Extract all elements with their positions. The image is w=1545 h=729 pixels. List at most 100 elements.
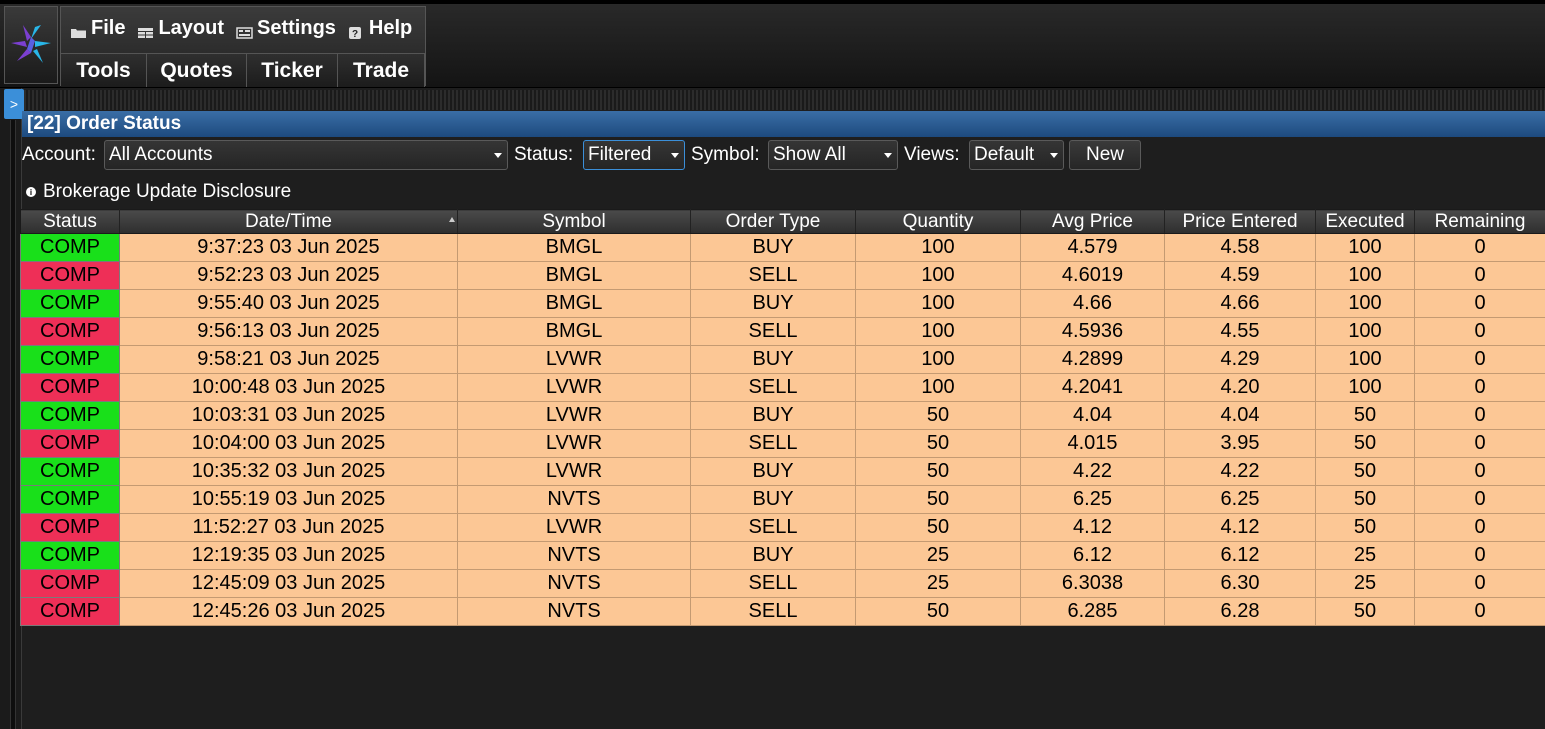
order-type-cell: SELL bbox=[690, 597, 856, 626]
account-select[interactable]: All Accounts bbox=[104, 140, 508, 170]
menu-help-label: Help bbox=[368, 16, 413, 39]
tab-tools[interactable]: Tools bbox=[61, 53, 147, 87]
datetime-cell: 12:45:26 03 Jun 2025 bbox=[119, 597, 458, 626]
avg-price-cell: 4.015 bbox=[1020, 429, 1165, 458]
column-header-avg-price[interactable]: Avg Price bbox=[1020, 209, 1165, 234]
table-row[interactable]: COMP 10:03:31 03 Jun 2025 LVWR BUY 50 4.04 4.0… bbox=[20, 401, 1545, 430]
filter-bar: Account: All Accounts Status: Filtered S… bbox=[22, 138, 1545, 172]
avg-price-cell: 4.66 bbox=[1020, 289, 1165, 318]
order-type-cell: BUY bbox=[690, 289, 856, 318]
column-header-price-entered[interactable]: Price Entered bbox=[1164, 209, 1316, 234]
executed-cell: 100 bbox=[1315, 317, 1415, 346]
symbol-cell: BMGL bbox=[457, 317, 691, 346]
symbol-select[interactable]: Show All bbox=[768, 140, 898, 170]
top-toolbar: File Layout Settings ? Help Tools Quotes… bbox=[0, 0, 1545, 88]
tab-quotes[interactable]: Quotes bbox=[147, 53, 247, 87]
table-row[interactable]: COMP 9:56:13 03 Jun 2025 BMGL SELL 100 4.5936… bbox=[20, 317, 1545, 346]
menu-layout[interactable]: Layout bbox=[137, 17, 224, 40]
star-logo-icon bbox=[11, 25, 51, 63]
expand-sidebar-button[interactable]: > bbox=[4, 89, 24, 119]
layout-icon bbox=[137, 22, 154, 38]
datetime-cell: 9:37:23 03 Jun 2025 bbox=[119, 233, 458, 262]
order-status-table: Status Date/Time Symbol Order Type Quant… bbox=[20, 209, 1545, 626]
table-row[interactable]: COMP 12:19:35 03 Jun 2025 NVTS BUY 25 6.12 6.1… bbox=[20, 541, 1545, 570]
order-type-cell: SELL bbox=[690, 261, 856, 290]
left-scroll-track[interactable] bbox=[10, 120, 16, 729]
status-cell: COMP bbox=[20, 485, 120, 514]
menu-settings-label: Settings bbox=[257, 16, 336, 39]
status-select-value: Filtered bbox=[588, 144, 652, 165]
status-cell: COMP bbox=[20, 429, 120, 458]
menu-file[interactable]: File bbox=[70, 17, 125, 40]
brokerage-disclosure-link[interactable]: i Brokerage Update Disclosure bbox=[26, 180, 291, 204]
tab-ticker[interactable]: Ticker bbox=[247, 53, 338, 87]
symbol-select-value: Show All bbox=[773, 144, 846, 165]
table-row[interactable]: COMP 12:45:26 03 Jun 2025 NVTS SELL 50 6.285 6… bbox=[20, 597, 1545, 626]
executed-cell: 100 bbox=[1315, 345, 1415, 374]
executed-cell: 50 bbox=[1315, 513, 1415, 542]
order-type-cell: BUY bbox=[690, 485, 856, 514]
price-entered-cell: 4.04 bbox=[1164, 401, 1316, 430]
price-entered-cell: 4.20 bbox=[1164, 373, 1316, 402]
menu-help[interactable]: ? Help bbox=[348, 17, 412, 40]
executed-cell: 50 bbox=[1315, 485, 1415, 514]
status-cell: COMP bbox=[20, 457, 120, 486]
datetime-cell: 9:56:13 03 Jun 2025 bbox=[119, 317, 458, 346]
avg-price-cell: 4.6019 bbox=[1020, 261, 1165, 290]
price-entered-cell: 4.22 bbox=[1164, 457, 1316, 486]
symbol-cell: NVTS bbox=[457, 569, 691, 598]
views-select[interactable]: Default bbox=[969, 140, 1064, 170]
column-header-order-type[interactable]: Order Type bbox=[690, 209, 856, 234]
quantity-cell: 50 bbox=[855, 457, 1021, 486]
chevron-down-icon bbox=[884, 153, 892, 158]
table-row[interactable]: COMP 9:55:40 03 Jun 2025 BMGL BUY 100 4.66 4.6… bbox=[20, 289, 1545, 318]
table-row[interactable]: COMP 10:35:32 03 Jun 2025 LVWR BUY 50 4.22 4.2… bbox=[20, 457, 1545, 486]
datetime-cell: 10:35:32 03 Jun 2025 bbox=[119, 457, 458, 486]
column-header-status[interactable]: Status bbox=[20, 209, 120, 234]
price-entered-cell: 4.29 bbox=[1164, 345, 1316, 374]
panel-title: [22] Order Status bbox=[22, 111, 1545, 137]
disclosure-label: Brokerage Update Disclosure bbox=[43, 181, 292, 202]
menu-settings[interactable]: Settings bbox=[236, 17, 336, 40]
executed-cell: 100 bbox=[1315, 373, 1415, 402]
table-row[interactable]: COMP 10:04:00 03 Jun 2025 LVWR SELL 50 4.015 3… bbox=[20, 429, 1545, 458]
executed-cell: 50 bbox=[1315, 401, 1415, 430]
status-select[interactable]: Filtered bbox=[583, 140, 685, 170]
app-logo[interactable] bbox=[4, 6, 58, 84]
main-menu: File Layout Settings ? Help Tools Quotes… bbox=[60, 6, 426, 87]
account-label: Account: bbox=[22, 144, 96, 165]
order-type-cell: BUY bbox=[690, 233, 856, 262]
symbol-cell: LVWR bbox=[457, 513, 691, 542]
new-button[interactable]: New bbox=[1069, 140, 1141, 170]
table-row[interactable]: COMP 9:37:23 03 Jun 2025 BMGL BUY 100 4.579 4.… bbox=[20, 233, 1545, 262]
symbol-label: Symbol: bbox=[691, 144, 760, 165]
status-cell: COMP bbox=[20, 317, 120, 346]
datetime-cell: 12:19:35 03 Jun 2025 bbox=[119, 541, 458, 570]
remaining-cell: 0 bbox=[1414, 401, 1545, 430]
status-cell: COMP bbox=[20, 233, 120, 262]
panel-drag-handle[interactable] bbox=[24, 90, 1545, 110]
table-row[interactable]: COMP 9:52:23 03 Jun 2025 BMGL SELL 100 4.6019… bbox=[20, 261, 1545, 290]
remaining-cell: 0 bbox=[1414, 513, 1545, 542]
symbol-cell: LVWR bbox=[457, 373, 691, 402]
order-type-cell: SELL bbox=[690, 317, 856, 346]
column-header-quantity[interactable]: Quantity bbox=[855, 209, 1021, 234]
column-header-datetime[interactable]: Date/Time bbox=[119, 209, 458, 234]
column-header-remaining[interactable]: Remaining bbox=[1414, 209, 1545, 234]
table-row[interactable]: COMP 10:55:19 03 Jun 2025 NVTS BUY 50 6.25 6.2… bbox=[20, 485, 1545, 514]
column-header-symbol[interactable]: Symbol bbox=[457, 209, 691, 234]
views-label: Views: bbox=[904, 144, 960, 165]
views-select-value: Default bbox=[974, 144, 1035, 165]
tab-trade[interactable]: Trade bbox=[338, 53, 425, 87]
table-row[interactable]: COMP 11:52:27 03 Jun 2025 LVWR SELL 50 4.12 4.… bbox=[20, 513, 1545, 542]
column-header-executed[interactable]: Executed bbox=[1315, 209, 1415, 234]
info-icon: i bbox=[26, 187, 36, 197]
quantity-cell: 100 bbox=[855, 345, 1021, 374]
chevron-down-icon bbox=[671, 153, 679, 158]
remaining-cell: 0 bbox=[1414, 457, 1545, 486]
quantity-cell: 100 bbox=[855, 261, 1021, 290]
table-row[interactable]: COMP 9:58:21 03 Jun 2025 LVWR BUY 100 4.2899 4… bbox=[20, 345, 1545, 374]
datetime-cell: 10:55:19 03 Jun 2025 bbox=[119, 485, 458, 514]
table-row[interactable]: COMP 12:45:09 03 Jun 2025 NVTS SELL 25 6.3038… bbox=[20, 569, 1545, 598]
table-row[interactable]: COMP 10:00:48 03 Jun 2025 LVWR SELL 100 4.204… bbox=[20, 373, 1545, 402]
